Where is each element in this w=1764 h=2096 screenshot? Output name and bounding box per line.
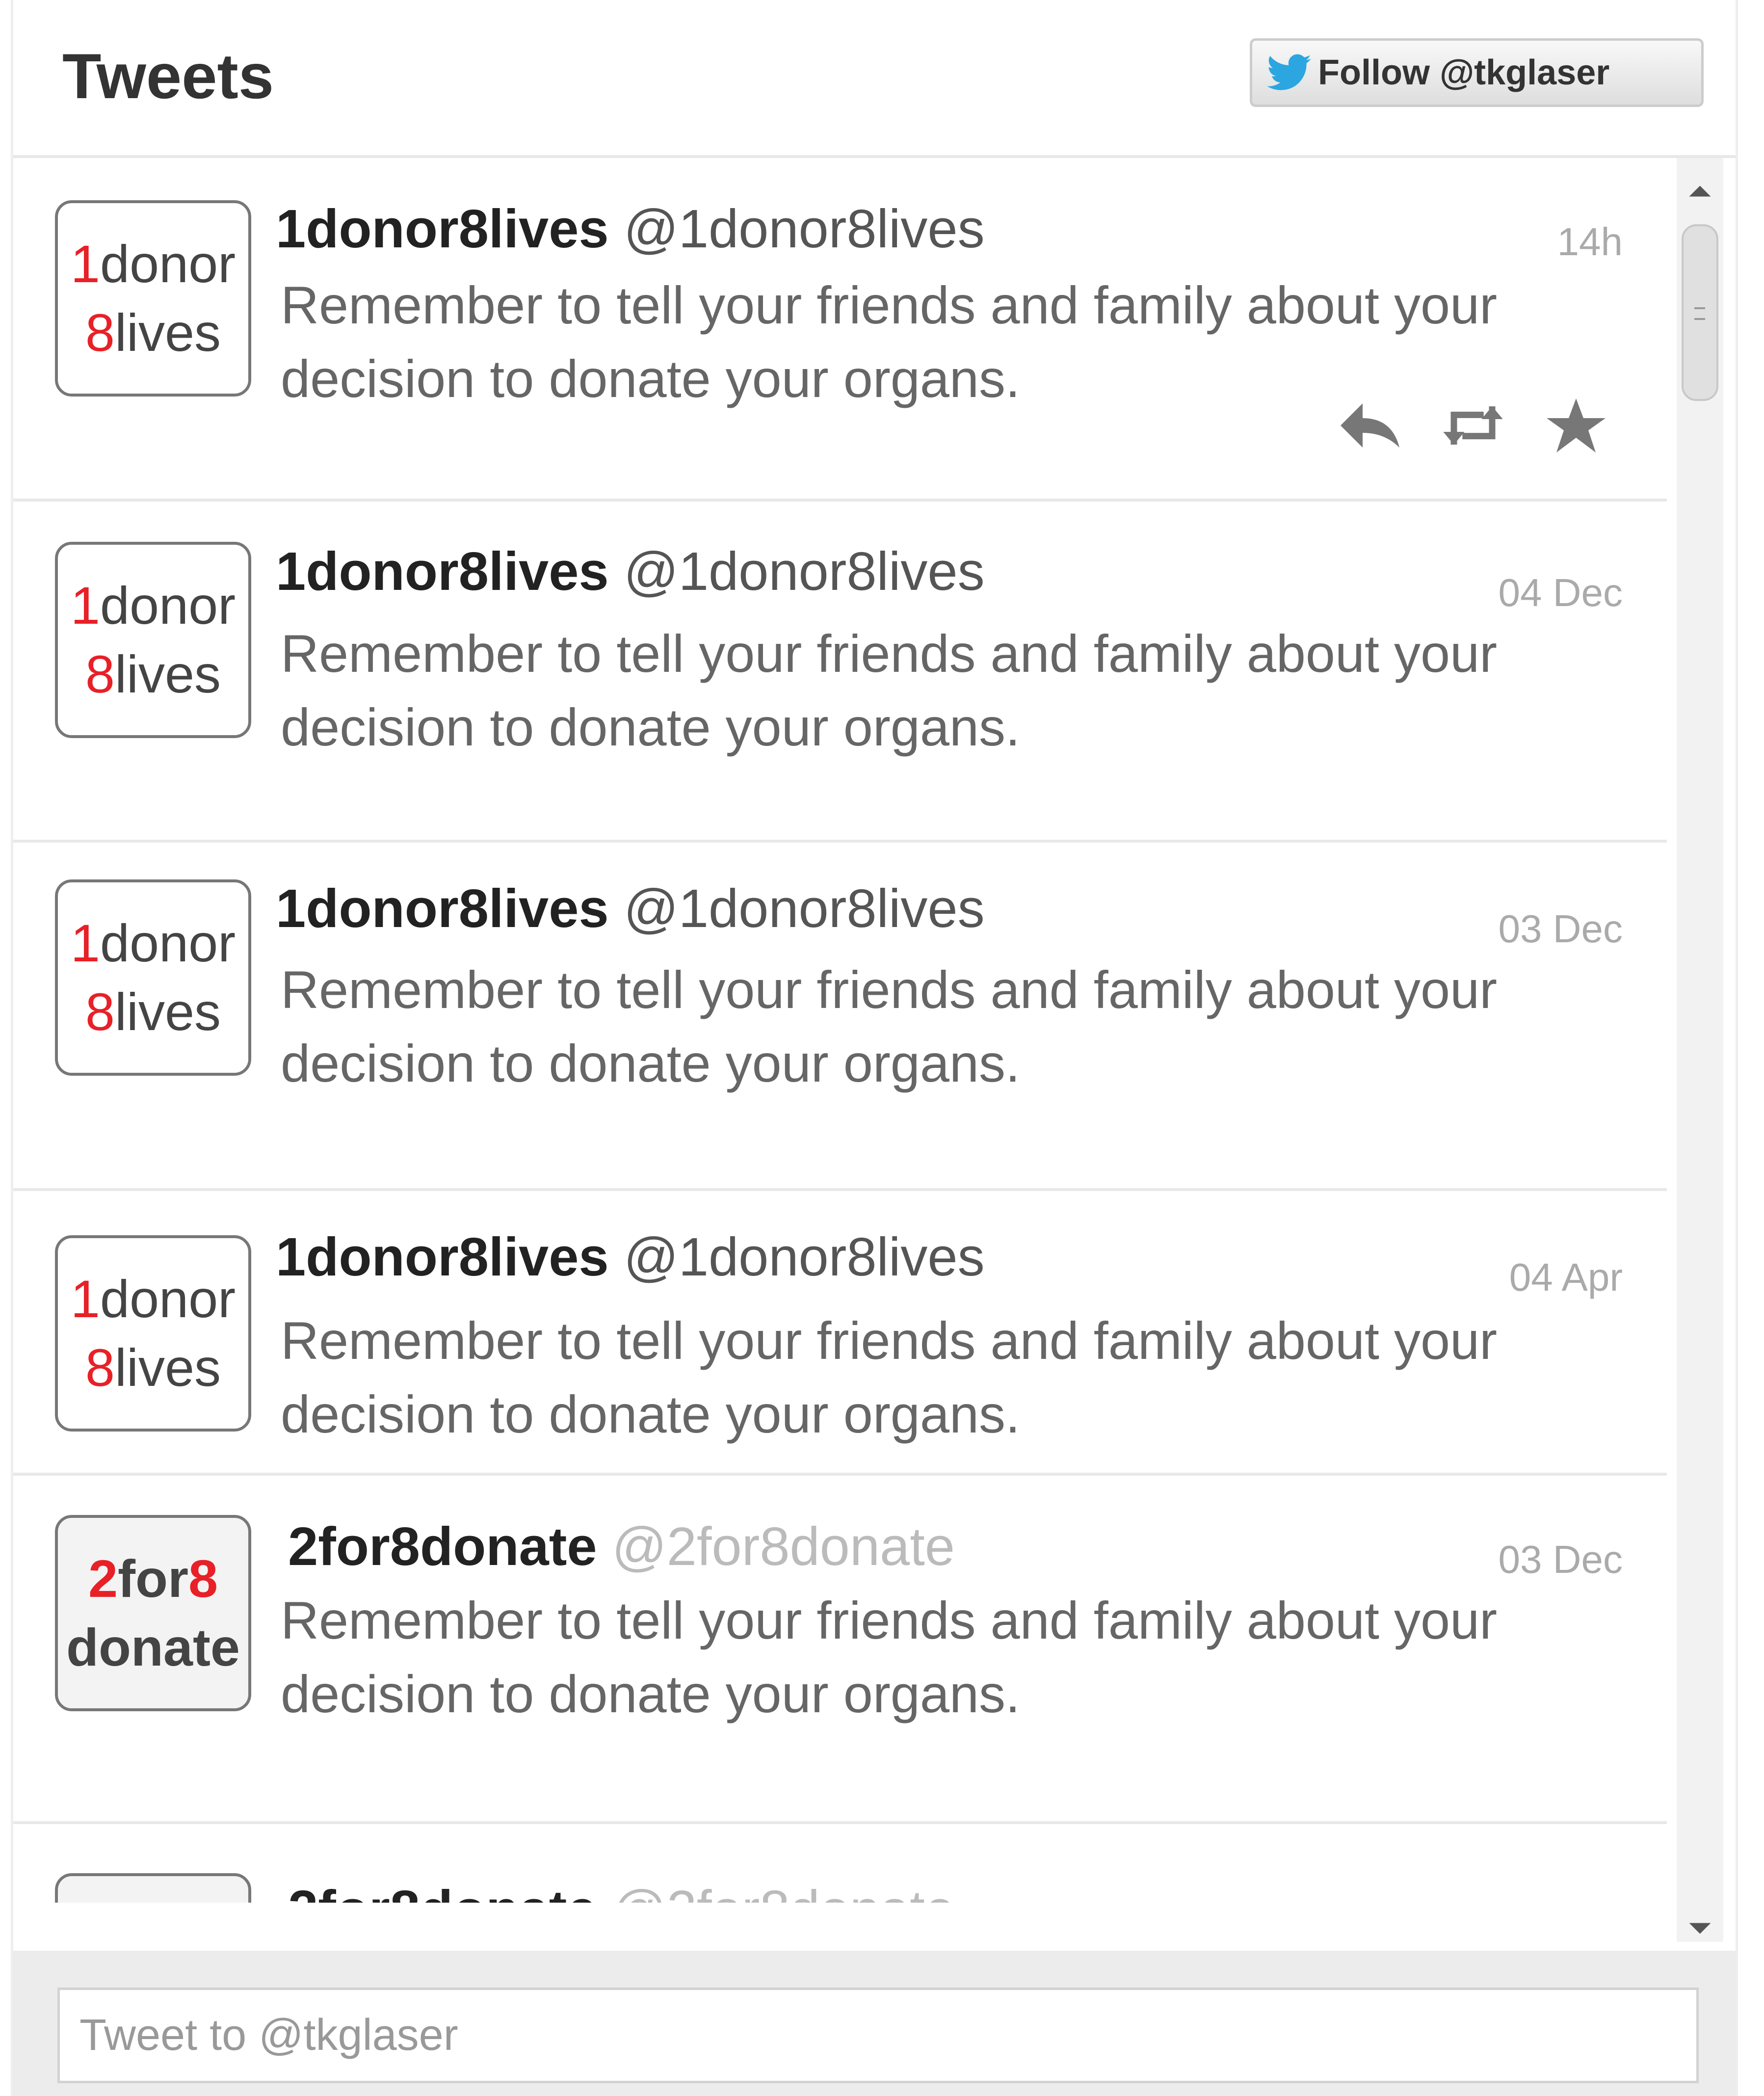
tweet-text: Remember to tell your friends and family… (281, 1311, 1498, 1444)
favorite-icon[interactable] (1544, 398, 1608, 452)
reply-icon[interactable] (1338, 398, 1402, 452)
follow-label: Follow @tkglaser (1318, 53, 1610, 92)
twitter-timeline-widget: Tweets Follow @tkglaser 1donor 8lives 1d… (11, 0, 1738, 2096)
widget-header: Tweets Follow @tkglaser (13, 0, 1736, 158)
tweet-item[interactable]: 1donor 8lives 1donor8lives @1donor8lives… (13, 502, 1667, 843)
tweet-timestamp[interactable]: 04 Dec (1499, 570, 1623, 615)
avatar[interactable]: 1donor 8lives (55, 1235, 251, 1432)
tweet-timestamp[interactable]: 03 Dec (1499, 906, 1623, 952)
tweet-author[interactable]: 1donor8lives @1donor8lives (276, 540, 985, 604)
tweet-text: Remember to tell your friends and family… (281, 624, 1498, 757)
author-name[interactable]: 1donor8lives (276, 1227, 609, 1287)
author-name[interactable]: 1donor8lives (276, 199, 609, 259)
retweet-icon[interactable] (1441, 398, 1505, 452)
tweet-timestamp[interactable]: 04 Apr (1509, 1898, 1623, 1903)
tweet-timeline[interactable]: 1donor 8lives 1donor8lives @1donor8lives… (13, 158, 1667, 1903)
author-name[interactable]: 1donor8lives (276, 878, 609, 939)
tweet-author[interactable]: 2for8donate @2for8donate (288, 1878, 955, 1903)
author-name[interactable]: 1donor8lives (276, 541, 609, 602)
author-handle[interactable]: @1donor8lives (624, 1227, 984, 1287)
author-handle[interactable]: @2for8donate (612, 1516, 955, 1577)
tweet-actions (1338, 398, 1608, 452)
tweet-item[interactable]: 2for8 donate 2for8donate @2for8donate 03… (13, 1476, 1667, 1824)
tweet-item[interactable]: 1donor 8lives 1donor8lives @1donor8lives… (13, 158, 1667, 502)
author-name[interactable]: 2for8donate (288, 1880, 597, 1903)
timeline-scrollbar[interactable] (1677, 158, 1723, 1942)
author-handle[interactable]: @1donor8lives (624, 878, 984, 939)
author-handle[interactable]: @1donor8lives (624, 541, 984, 602)
tweet-text: Remember to tell your friends and family… (281, 275, 1498, 408)
tweet-timestamp[interactable]: 04 Apr (1509, 1255, 1623, 1300)
tweet-author[interactable]: 1donor8lives @1donor8lives (276, 1225, 985, 1289)
widget-footer (13, 1951, 1736, 2096)
tweet-author[interactable]: 1donor8lives @1donor8lives (276, 877, 985, 941)
scroll-up-arrow-icon[interactable] (1686, 178, 1713, 205)
author-name[interactable]: 2for8donate (288, 1516, 597, 1577)
tweet-author[interactable]: 1donor8lives @1donor8lives (276, 197, 985, 261)
tweet-timestamp[interactable]: 03 Dec (1499, 1537, 1623, 1582)
scrollbar-thumb[interactable] (1682, 224, 1718, 401)
tweet-item[interactable]: 2for8donate @2for8donate 04 Apr (13, 1824, 1667, 1903)
tweet-item[interactable]: 1donor 8lives 1donor8lives @1donor8lives… (13, 843, 1667, 1191)
tweet-text: Remember to tell your friends and family… (281, 1591, 1498, 1724)
tweet-author[interactable]: 2for8donate @2for8donate (288, 1515, 955, 1579)
tweet-item[interactable]: 1donor 8lives 1donor8lives @1donor8lives… (13, 1191, 1667, 1476)
header-title: Tweets (62, 40, 274, 112)
author-handle[interactable]: @2for8donate (612, 1880, 955, 1903)
avatar[interactable]: 1donor 8lives (55, 542, 251, 738)
twitter-bird-icon (1267, 54, 1311, 90)
tweet-text: Remember to tell your friends and family… (281, 960, 1498, 1093)
author-handle[interactable]: @1donor8lives (624, 199, 984, 259)
avatar[interactable]: 1donor 8lives (55, 879, 251, 1076)
follow-button[interactable]: Follow @tkglaser (1250, 38, 1704, 107)
avatar[interactable]: 1donor 8lives (55, 200, 251, 397)
scroll-down-arrow-icon[interactable] (1686, 1915, 1713, 1942)
avatar[interactable] (55, 1873, 251, 1903)
tweet-timestamp[interactable]: 14h (1557, 219, 1623, 265)
tweet-to-input[interactable] (57, 1988, 1699, 2083)
avatar[interactable]: 2for8 donate (55, 1515, 251, 1711)
